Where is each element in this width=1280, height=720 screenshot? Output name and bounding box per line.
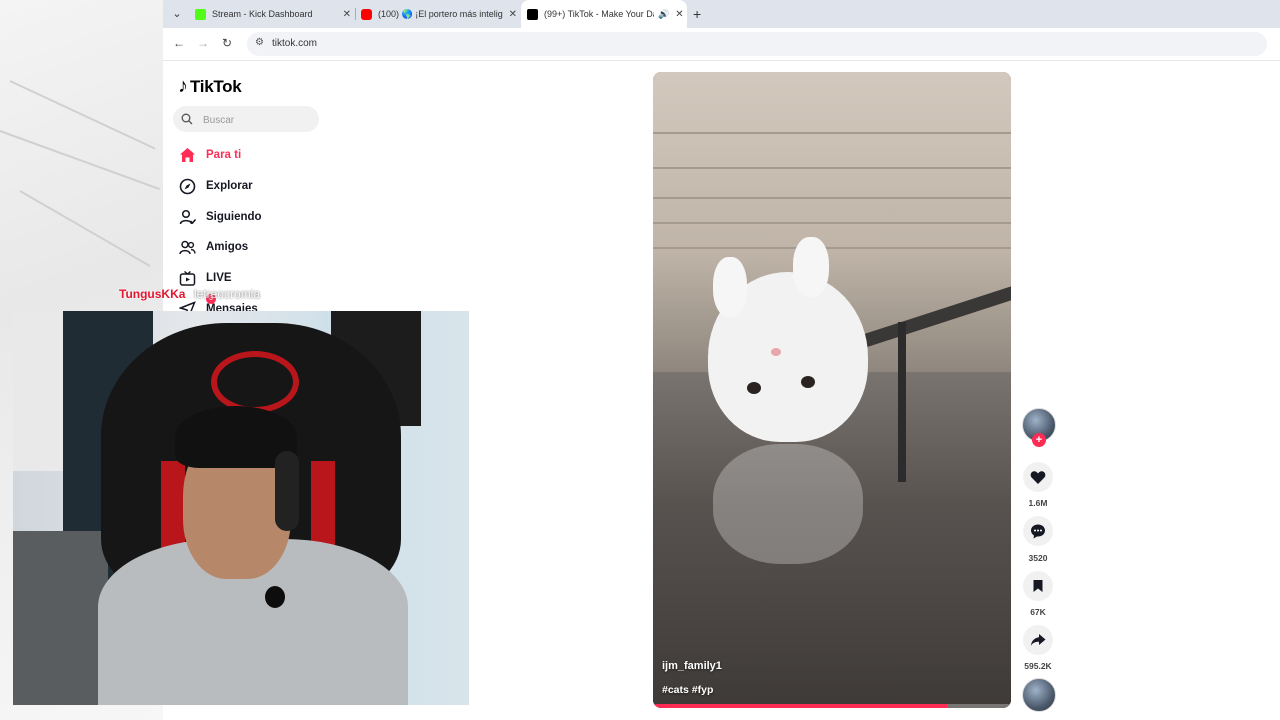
nav-label: Amigos	[206, 241, 249, 253]
background-streak	[19, 190, 151, 267]
table-leg	[898, 322, 906, 482]
back-button[interactable]: ←	[173, 36, 185, 50]
address-bar: ← → ↻ ⚙ tiktok.com	[163, 28, 1280, 61]
follow-plus-icon[interactable]: +	[1032, 433, 1046, 447]
video-progress-fill	[653, 704, 947, 708]
cat-eye	[801, 376, 815, 388]
headset-mic	[265, 586, 285, 608]
ceiling-plank	[653, 222, 1011, 224]
tab-youtube[interactable]: (100) 🌎 ¡El portero más intelig ✕	[361, 0, 517, 28]
cat-paw	[793, 237, 829, 297]
tab-tiktok[interactable]: (99+) TikTok - Make Your Da 🔊 ✕	[521, 0, 687, 28]
following-icon	[178, 208, 196, 226]
new-tab-button[interactable]: +	[693, 6, 701, 22]
nav-label: LIVE	[206, 272, 232, 284]
nav-item-amigos[interactable]: Amigos	[178, 235, 328, 259]
tiktok-note-icon: ♪	[178, 75, 188, 97]
tiktok-wordmark: TikTok	[190, 76, 242, 96]
share-count: 595.2K	[1024, 661, 1052, 671]
nav-item-para-ti[interactable]: Para ti	[178, 143, 328, 167]
tab-close-icon[interactable]: ✕	[509, 9, 517, 20]
webcam-overlay	[13, 311, 469, 705]
tab-title: (99+) TikTok - Make Your Da	[544, 9, 654, 19]
video-hashtags[interactable]: #cats #fyp	[662, 684, 713, 696]
headset	[275, 451, 299, 531]
save-count: 67K	[1030, 607, 1046, 617]
nav-label: Para ti	[206, 149, 242, 161]
video-progress-bar[interactable]	[653, 704, 1011, 708]
tab-separator	[355, 8, 356, 20]
save-button[interactable]	[1023, 571, 1053, 601]
ceiling-plank	[653, 132, 1011, 134]
url-field[interactable]: ⚙ tiktok.com	[247, 32, 1267, 56]
youtube-favicon-icon	[361, 8, 372, 20]
sofa	[13, 531, 108, 705]
heart-icon	[1030, 470, 1046, 484]
bookshelf	[13, 311, 70, 471]
live-icon	[178, 269, 196, 287]
sound-avatar[interactable]	[1022, 678, 1056, 712]
tab-close-icon[interactable]: ✕	[675, 9, 683, 20]
comment-button[interactable]	[1023, 516, 1053, 546]
chair-logo	[211, 351, 299, 413]
compass-icon	[178, 177, 196, 195]
kick-favicon-icon	[195, 8, 206, 20]
tab-kick-dashboard[interactable]: Stream - Kick Dashboard ✕	[195, 0, 351, 28]
cat-nose	[771, 348, 781, 356]
tab-audio-icon[interactable]: 🔊	[658, 9, 669, 20]
share-button[interactable]	[1023, 625, 1053, 655]
search-box	[173, 106, 319, 132]
like-count: 1.6M	[1028, 498, 1048, 508]
nav-label: Explorar	[206, 180, 253, 192]
comment-icon	[1031, 524, 1045, 539]
site-info-icon[interactable]: ⚙	[255, 37, 264, 48]
cat-eye	[747, 382, 761, 394]
reload-button[interactable]: ↻	[222, 36, 232, 50]
tab-close-icon[interactable]: ✕	[343, 9, 351, 20]
cat-paw	[713, 257, 747, 317]
tiktok-logo[interactable]: ♪ TikTok	[178, 75, 242, 98]
share-icon	[1030, 634, 1046, 646]
search-icon	[181, 113, 193, 125]
tab-strip: ⌄ Stream - Kick Dashboard ✕ (100) 🌎 ¡El …	[163, 0, 1280, 28]
like-button[interactable]	[1023, 462, 1053, 492]
video-author[interactable]: ijm_family1	[662, 660, 722, 672]
nav-item-explorar[interactable]: Explorar	[178, 174, 328, 198]
bookmark-icon	[1033, 580, 1043, 592]
streamer-subtitle: letreocromia	[194, 287, 261, 301]
comment-count: 3520	[1028, 553, 1048, 563]
ceiling-plank	[653, 167, 1011, 169]
nav-item-siguiendo[interactable]: Siguiendo	[178, 205, 328, 229]
home-icon	[178, 146, 196, 164]
nav-label: Siguiendo	[206, 211, 262, 223]
streamer-name: TungusKKa	[119, 287, 186, 301]
video-player[interactable]: ijm_family1 #cats #fyp	[653, 72, 1011, 708]
tiktok-favicon-icon	[527, 8, 538, 20]
tab-title: Stream - Kick Dashboard	[212, 9, 313, 19]
cat-reflection	[713, 444, 863, 564]
friends-icon	[178, 238, 196, 256]
background-streak	[9, 80, 156, 150]
ceiling-plank	[653, 247, 1011, 249]
url-text: tiktok.com	[272, 38, 318, 49]
ceiling-plank	[653, 197, 1011, 199]
search-input[interactable]	[201, 111, 315, 129]
forward-button[interactable]: →	[197, 36, 209, 50]
tab-title: (100) 🌎 ¡El portero más intelig	[378, 8, 503, 19]
tab-search-button[interactable]: ⌄	[169, 6, 185, 22]
